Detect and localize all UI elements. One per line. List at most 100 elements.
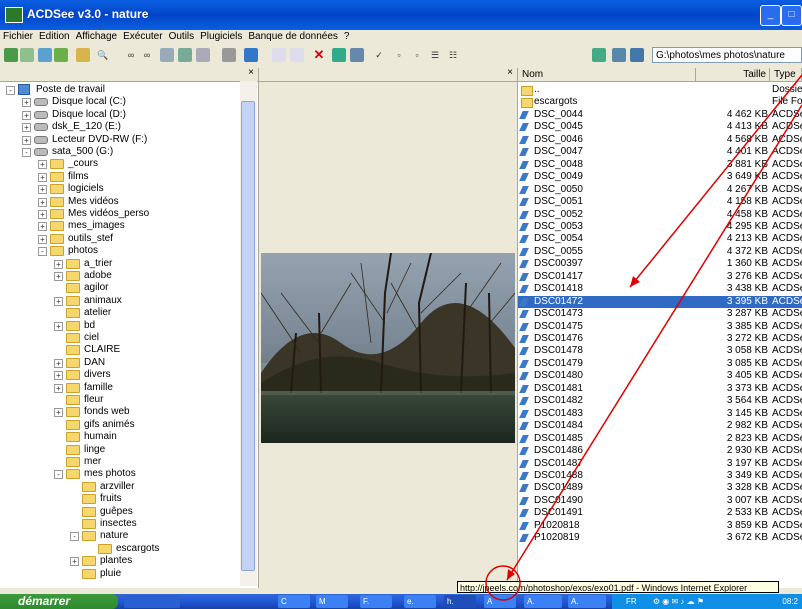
table-row[interactable]: DSC_0049 3 649 KB ACDSee JPG (518, 171, 802, 183)
edit-icon[interactable] (178, 48, 192, 62)
language-indicator[interactable]: FR (626, 597, 637, 606)
table-row[interactable]: DSC01484 2 982 KB ACDSee JPG (518, 420, 802, 432)
table-row[interactable]: DSC01488 3 349 KB ACDSee JPG (518, 470, 802, 482)
large-icons-view-icon[interactable]: ▫ (392, 48, 406, 62)
expand-icon[interactable]: + (70, 557, 79, 567)
acdsee-app-icon[interactable] (5, 7, 23, 23)
table-row[interactable]: DSC_0045 4 413 KB ACDSee JPG (518, 121, 802, 133)
table-row[interactable]: DSC_0044 4 462 KB ACDSee JPG (518, 109, 802, 121)
table-row[interactable]: DSC_0055 4 372 KB ACDSee JPG (518, 246, 802, 258)
zoom-icon[interactable]: ∞ (124, 48, 138, 62)
column-type-header[interactable]: Type (770, 68, 802, 82)
browse-icon[interactable] (592, 48, 606, 62)
properties-icon[interactable] (350, 48, 364, 62)
table-row[interactable]: DSC01476 3 272 KB ACDSee JPG (518, 333, 802, 345)
expand-icon[interactable]: + (54, 296, 63, 306)
expand-icon[interactable]: + (54, 259, 63, 269)
thumbnail-icon[interactable] (612, 48, 626, 62)
expand-icon[interactable]: + (38, 234, 47, 244)
close-icon[interactable]: × (507, 67, 513, 78)
table-row[interactable]: DSC01475 3 385 KB ACDSee JPG (518, 321, 802, 333)
details-view-icon[interactable]: ☷ (446, 48, 460, 62)
list-view-icon[interactable]: ☰ (428, 48, 442, 62)
table-row[interactable]: DSC01418 3 438 KB ACDSee JPG (518, 283, 802, 295)
print-icon[interactable] (222, 48, 236, 62)
table-row[interactable]: .. Dossier pare (518, 84, 802, 96)
expand-icon[interactable]: + (38, 197, 47, 207)
expand-icon[interactable]: + (54, 408, 63, 418)
tree-scrollbar[interactable] (240, 81, 257, 586)
taskbar-item[interactable]: h. (444, 595, 476, 608)
expand-icon[interactable]: + (54, 371, 63, 381)
quicklaunch-bar[interactable] (124, 595, 180, 608)
table-row[interactable]: P1020818 3 859 KB ACDSee JPG (518, 520, 802, 532)
table-row[interactable]: DSC01479 3 085 KB ACDSee JPG (518, 358, 802, 370)
table-row[interactable]: DSC_0050 4 267 KB ACDSee JPG (518, 184, 802, 196)
expand-icon[interactable]: + (22, 123, 31, 133)
menu-executer[interactable]: Exécuter (120, 30, 165, 44)
collapse-icon[interactable]: - (22, 148, 31, 157)
table-row[interactable]: DSC01472 3 395 KB ACDSee JPG (518, 295, 802, 309)
taskbar-item[interactable]: F. (360, 595, 392, 608)
table-row[interactable]: DSC01487 3 197 KB ACDSee JPG (518, 458, 802, 470)
expand-icon[interactable]: + (54, 383, 63, 393)
expand-icon[interactable]: + (22, 110, 31, 120)
table-row[interactable]: DSC01486 2 930 KB ACDSee JPG (518, 445, 802, 457)
copy-icon[interactable] (272, 48, 286, 62)
table-row[interactable]: DSC_0048 3 881 KB ACDSee JPG (518, 159, 802, 171)
table-row[interactable]: DSC_0046 4 568 KB ACDSee JPG (518, 134, 802, 146)
scrollbar-thumb[interactable] (241, 101, 255, 571)
menu-outils[interactable]: Outils (166, 30, 198, 44)
camera-icon[interactable] (196, 48, 210, 62)
maximize-button[interactable]: □ (781, 5, 802, 26)
table-row[interactable]: DSC01491 2 533 KB ACDSee JPG (518, 507, 802, 519)
view-icon[interactable] (160, 48, 174, 62)
table-row[interactable]: DSC01481 3 373 KB ACDSee JPG (518, 383, 802, 395)
menu-help[interactable]: ? (341, 30, 353, 44)
table-row[interactable]: DSC01482 3 564 KB ACDSee JPG (518, 395, 802, 407)
collapse-icon[interactable]: - (38, 247, 47, 257)
expand-icon[interactable]: + (54, 358, 63, 368)
tag-icon[interactable]: ✓ (372, 48, 386, 62)
menu-affichage[interactable]: Affichage (73, 30, 121, 44)
expand-icon[interactable]: + (38, 172, 47, 182)
minimize-button[interactable]: _ (760, 5, 781, 26)
menu-plugiciels[interactable]: Plugiciels (197, 30, 245, 44)
column-name-header[interactable]: Nom (518, 68, 696, 82)
table-row[interactable]: DSC01417 3 276 KB ACDSee JPG (518, 271, 802, 283)
taskbar-item[interactable]: C (278, 595, 310, 608)
expand-icon[interactable]: + (38, 160, 47, 170)
collapse-icon[interactable]: - (54, 470, 63, 480)
taskbar-item[interactable]: A (484, 595, 516, 608)
expand-icon[interactable]: + (22, 135, 31, 145)
delete-icon[interactable]: ✕ (312, 48, 326, 62)
taskbar-item[interactable]: e. (404, 595, 436, 608)
table-row[interactable]: DSC_0054 4 213 KB ACDSee JPG (518, 233, 802, 245)
forward-icon[interactable] (20, 48, 34, 62)
rename-icon[interactable] (332, 48, 346, 62)
taskbar-item[interactable]: A. (524, 595, 562, 608)
expand-icon[interactable]: + (38, 210, 47, 219)
menu-banque-de-donnees[interactable]: Banque de données (245, 30, 341, 44)
collapse-icon[interactable]: - (70, 532, 79, 542)
table-row[interactable]: DSC_0051 4 158 KB ACDSee JPG (518, 196, 802, 208)
slideshow-icon[interactable]: ∞ (140, 48, 154, 62)
table-row[interactable]: DSC01489 3 328 KB ACDSee JPG (518, 482, 802, 494)
table-row[interactable]: DSC01490 3 007 KB ACDSee JPG (518, 495, 802, 507)
folder-tree-icon[interactable] (630, 48, 644, 62)
path-input[interactable]: G:\photos\mes photos\nature (652, 47, 802, 63)
table-row[interactable]: DSC01473 3 287 KB ACDSee JPG (518, 308, 802, 320)
table-row[interactable]: DSC01480 3 405 KB ACDSee JPG (518, 370, 802, 382)
favorites-icon[interactable] (76, 48, 90, 62)
table-row[interactable]: DSC00397 1 360 KB ACDSee JPG (518, 258, 802, 270)
close-icon[interactable]: × (248, 67, 254, 78)
expand-icon[interactable]: + (54, 321, 63, 331)
wallpaper-icon[interactable] (244, 48, 258, 62)
up-folder-icon[interactable] (38, 48, 52, 62)
expand-icon[interactable]: + (38, 185, 47, 195)
collapse-icon[interactable]: - (6, 86, 15, 95)
table-row[interactable]: DSC01483 3 145 KB ACDSee JPG (518, 408, 802, 420)
taskbar-item[interactable]: A. (568, 595, 606, 608)
small-icons-view-icon[interactable]: ▫ (410, 48, 424, 62)
table-row[interactable]: DSC_0053 4 295 KB ACDSee JPG (518, 221, 802, 233)
